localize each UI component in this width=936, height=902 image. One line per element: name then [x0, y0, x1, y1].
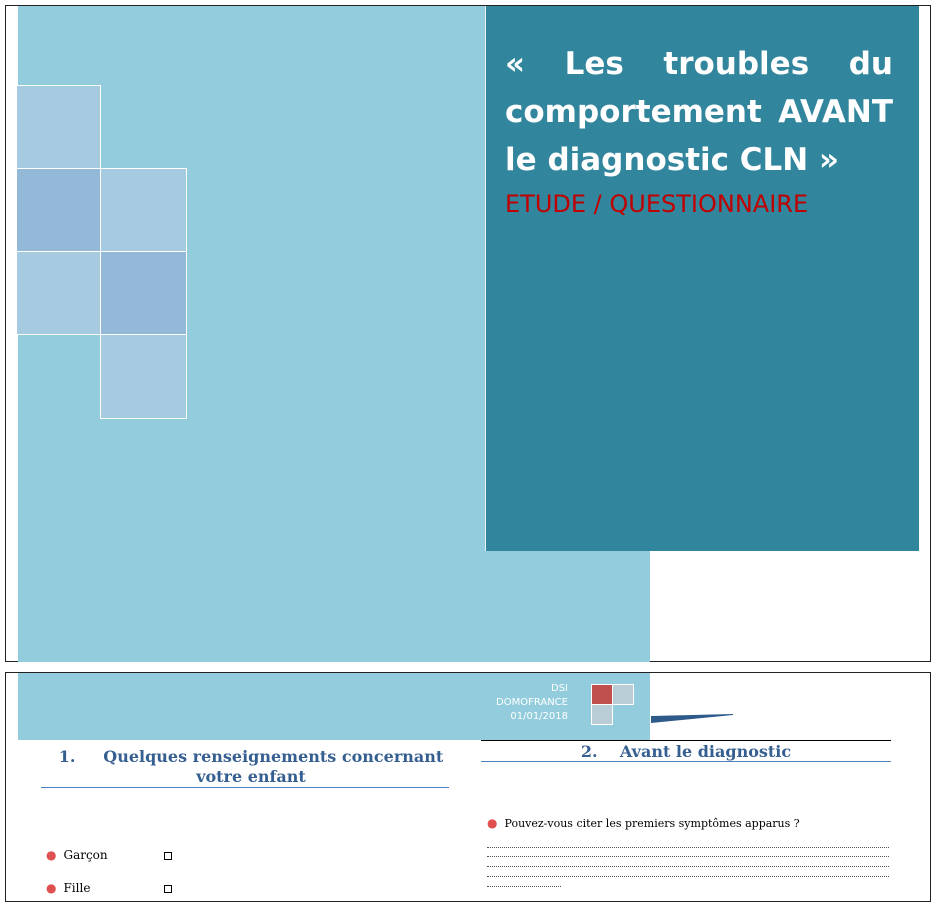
checkbox-fille[interactable]: [164, 885, 172, 893]
logo-square-grey: [612, 684, 634, 705]
header-org-dsi: DSI: [551, 683, 568, 694]
bullet-icon: ●: [487, 816, 498, 830]
answer-line[interactable]: [487, 866, 889, 867]
section-2-top-rule: [481, 740, 891, 741]
option-fille-label: Fille: [63, 881, 91, 895]
answer-line[interactable]: [487, 886, 561, 887]
bullet-icon: ●: [46, 848, 57, 862]
section-2-rule: [481, 761, 891, 762]
cover-page: « Les troubles du comportement AVANT le …: [5, 5, 931, 662]
answer-line[interactable]: [487, 847, 889, 848]
section-1-heading: 1. Quelques renseignements concernant vo…: [46, 747, 456, 787]
section-1-number: 1.: [58, 747, 76, 766]
option-fille: ● Fille: [46, 881, 90, 895]
question-first-symptoms: ● Pouvez-vous citer les premiers symptôm…: [487, 816, 800, 830]
question-first-symptoms-text: Pouvez-vous citer les premiers symptômes…: [504, 816, 800, 830]
decorative-arrow-icon: [651, 714, 733, 723]
answer-line[interactable]: [487, 876, 889, 877]
decor-tile: [100, 168, 187, 252]
answer-line[interactable]: [487, 856, 889, 857]
section-2-heading: 2. Avant le diagnostic: [481, 742, 891, 762]
document-subtitle: ETUDE / QUESTIONNAIRE: [505, 190, 809, 218]
logo-square-red: [591, 684, 613, 705]
decor-tile: [16, 85, 101, 169]
decor-tile: [16, 168, 101, 252]
option-garcon-label: Garçon: [63, 848, 108, 862]
section-2-title: Avant le diagnostic: [619, 742, 792, 761]
bullet-icon: ●: [46, 881, 57, 895]
section-1-title: Quelques renseignements concernant votre…: [103, 747, 444, 786]
header-org-name: DOMOFRANCE: [496, 697, 568, 708]
document-title: « Les troubles du comportement AVANT le …: [505, 46, 893, 178]
cover-title-box: « Les troubles du comportement AVANT le …: [485, 6, 919, 551]
logo-square-grey: [591, 704, 613, 725]
section-2-number: 2.: [580, 742, 598, 761]
option-garcon: ● Garçon: [46, 848, 108, 862]
decor-tile: [16, 251, 101, 335]
decor-tile: [100, 251, 187, 335]
section-1-rule: [41, 787, 449, 788]
content-page: DSI DOMOFRANCE 01/01/2018 1. Quelques re…: [5, 672, 931, 902]
checkbox-garcon[interactable]: [164, 852, 172, 860]
decor-tile: [100, 334, 187, 419]
header-meta: DSI DOMOFRANCE 01/01/2018: [436, 682, 568, 724]
header-date: 01/01/2018: [510, 711, 568, 722]
